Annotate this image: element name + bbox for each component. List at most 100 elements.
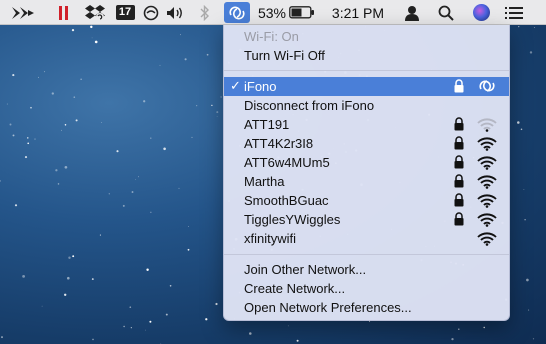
star <box>526 278 529 282</box>
star <box>27 137 29 139</box>
network-item[interactable]: TigglesYWiggles <box>224 210 509 229</box>
star <box>24 156 28 159</box>
clock[interactable]: 3:21 PM <box>328 0 388 25</box>
list-icon[interactable] <box>502 0 526 25</box>
star <box>94 40 98 44</box>
star <box>101 122 103 124</box>
wifi-signal-icon <box>477 118 497 132</box>
star <box>99 234 101 236</box>
lock-icon <box>454 212 464 226</box>
network-item[interactable]: ATT6w4MUm5 <box>224 153 509 172</box>
calendar-day: 17 <box>115 5 135 20</box>
menu-separator <box>224 70 509 71</box>
star <box>123 325 125 328</box>
network-name: TigglesYWiggles <box>244 212 341 227</box>
checkmark-icon: ✓ <box>230 78 241 93</box>
star <box>188 226 189 227</box>
star <box>483 326 485 329</box>
network-item[interactable]: SmoothBGuac <box>224 191 509 210</box>
star <box>122 204 125 207</box>
battery-percent: 53% <box>257 4 287 21</box>
network-name: ATT4K2r3I8 <box>244 136 314 151</box>
volume-icon[interactable] <box>165 0 187 25</box>
star <box>135 179 136 180</box>
star <box>27 142 30 145</box>
wifi-signal-icon <box>477 232 497 246</box>
lock-icon <box>454 174 464 188</box>
star <box>196 105 198 107</box>
star <box>529 51 533 54</box>
star <box>64 124 67 126</box>
star <box>216 111 219 114</box>
lock-icon <box>454 79 464 93</box>
disconnect-item[interactable]: Disconnect from iFono <box>224 96 509 115</box>
create-network-item[interactable]: Create Network... <box>224 279 509 298</box>
star <box>220 96 222 98</box>
star <box>169 284 172 287</box>
star <box>22 275 25 278</box>
star <box>138 176 139 178</box>
star <box>80 78 82 80</box>
search-icon[interactable] <box>436 0 456 25</box>
wifi-signal-icon <box>477 156 497 170</box>
dropbox-icon[interactable] <box>84 0 106 25</box>
star <box>12 74 15 77</box>
star <box>145 329 146 331</box>
star <box>534 27 535 29</box>
star <box>178 187 180 189</box>
battery-icon[interactable] <box>288 0 316 25</box>
turn-wifi-off-label: Turn Wi-Fi Off <box>244 48 325 63</box>
user-icon[interactable] <box>402 0 422 25</box>
star <box>146 268 149 272</box>
star <box>149 320 152 323</box>
network-item[interactable]: ATT4K2r3I8 <box>224 134 509 153</box>
star <box>68 256 71 259</box>
network-name: ATT6w4MUm5 <box>244 155 330 170</box>
star <box>517 121 520 124</box>
star <box>9 123 12 126</box>
arrow-icon[interactable] <box>2 0 44 25</box>
star <box>165 313 168 316</box>
star <box>523 189 525 190</box>
sync-icon[interactable] <box>141 0 161 25</box>
pause-icon[interactable] <box>54 0 74 25</box>
star <box>57 183 60 185</box>
network-name: ATT191 <box>244 117 290 132</box>
star <box>44 71 46 73</box>
network-item[interactable]: xfinitywifi <box>224 229 509 248</box>
network-name: iFono <box>244 79 277 94</box>
star <box>129 306 132 309</box>
star <box>520 128 523 131</box>
star <box>296 339 299 342</box>
network-item[interactable]: Martha <box>224 172 509 191</box>
star <box>108 193 110 195</box>
wifi-menu-icon[interactable] <box>224 2 250 23</box>
star <box>180 34 181 36</box>
lock-icon <box>454 155 464 169</box>
calendar-icon[interactable]: 17 <box>115 0 135 25</box>
star <box>369 321 371 322</box>
open-network-preferences-item[interactable]: Open Network Preferences... <box>224 298 509 317</box>
star <box>61 129 62 131</box>
bluetooth-icon[interactable] <box>196 0 214 25</box>
action-label: Join Other Network... <box>244 262 367 277</box>
wifi-signal-icon <box>477 213 497 227</box>
turn-wifi-off-item[interactable]: Turn Wi-Fi Off <box>224 46 509 65</box>
lock-icon <box>454 136 464 150</box>
star <box>187 248 190 251</box>
star <box>72 255 75 258</box>
personal-hotspot-icon <box>479 80 495 92</box>
wifi-signal-icon <box>477 175 497 189</box>
menu-separator <box>224 254 509 255</box>
star <box>191 136 193 138</box>
lock-icon <box>454 117 464 131</box>
star <box>41 305 43 307</box>
join-other-network-item[interactable]: Join Other Network... <box>224 260 509 279</box>
star <box>211 104 213 107</box>
star <box>458 328 460 331</box>
star <box>91 37 93 39</box>
network-item-ifono[interactable]: ✓ iFono <box>224 77 509 96</box>
network-item[interactable]: ATT191 <box>224 115 509 134</box>
siri-icon[interactable] <box>470 0 492 25</box>
star <box>130 327 132 329</box>
